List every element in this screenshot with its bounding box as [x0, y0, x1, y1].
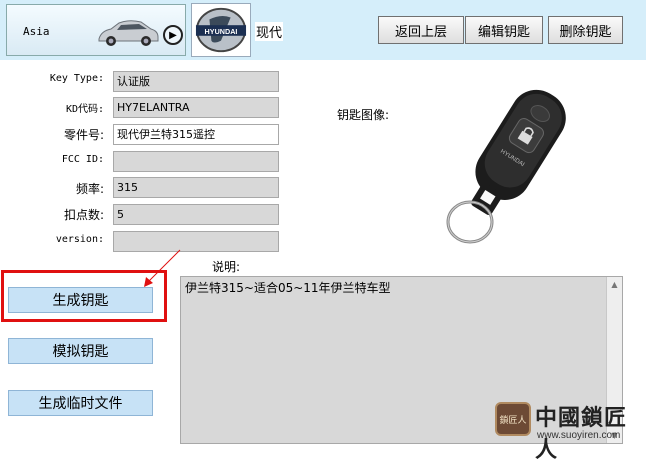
key-type-field[interactable]: 认证版: [113, 71, 279, 92]
description-label: 说明:: [212, 260, 241, 274]
part-no-field[interactable]: 现代伊兰特315遥控: [113, 124, 279, 145]
version-field[interactable]: [113, 231, 279, 252]
simulate-key-button[interactable]: 模拟钥匙: [8, 338, 153, 364]
key-fob-image: HYUNDAI: [446, 89, 566, 244]
watermark: 鎖匠人 中國鎖匠人 www.suoyiren.com: [495, 398, 645, 463]
next-arrow-icon[interactable]: ▶: [163, 25, 183, 45]
generate-temp-file-button[interactable]: 生成临时文件: [8, 390, 153, 416]
region-selector[interactable]: Asia ▶: [6, 4, 186, 56]
key-image-label: 钥匙图像:: [337, 108, 390, 122]
pin-count-label: 扣点数:: [63, 208, 104, 222]
hyundai-logo: HYUNDAI: [191, 3, 251, 57]
pin-count-field[interactable]: 5: [113, 204, 279, 225]
part-no-label: 零件号:: [63, 128, 104, 142]
edit-key-button[interactable]: 编辑钥匙: [465, 16, 543, 44]
frequency-field[interactable]: 315: [113, 177, 279, 198]
header-bar: Asia ▶ HYUNDAI 现代 返回上层 编辑钥匙 删除钥匙: [0, 0, 646, 60]
scroll-up-icon[interactable]: ▲: [607, 277, 622, 292]
fcc-id-field[interactable]: [113, 151, 279, 172]
watermark-url: www.suoyiren.com: [537, 430, 621, 441]
kd-code-field[interactable]: HY7ELANTRA: [113, 97, 279, 118]
version-label: version:: [55, 234, 104, 245]
description-text: 伊兰特315~适合05~11年伊兰特车型: [185, 281, 391, 295]
lock-logo-icon: 鎖匠人: [495, 402, 531, 436]
generate-key-button[interactable]: 生成钥匙: [8, 287, 153, 313]
brand-name: 现代: [255, 22, 284, 41]
fcc-id-label: FCC ID:: [61, 154, 104, 165]
brand-logo-text: HYUNDAI: [205, 27, 238, 36]
kd-code-label: KD代码:: [65, 104, 104, 115]
frequency-label: 频率:: [75, 182, 104, 196]
back-button[interactable]: 返回上层: [378, 16, 464, 44]
region-label: Asia: [23, 25, 50, 38]
car-icon: [98, 20, 159, 46]
delete-key-button[interactable]: 删除钥匙: [548, 16, 623, 44]
key-type-label: Key Type:: [49, 73, 104, 84]
